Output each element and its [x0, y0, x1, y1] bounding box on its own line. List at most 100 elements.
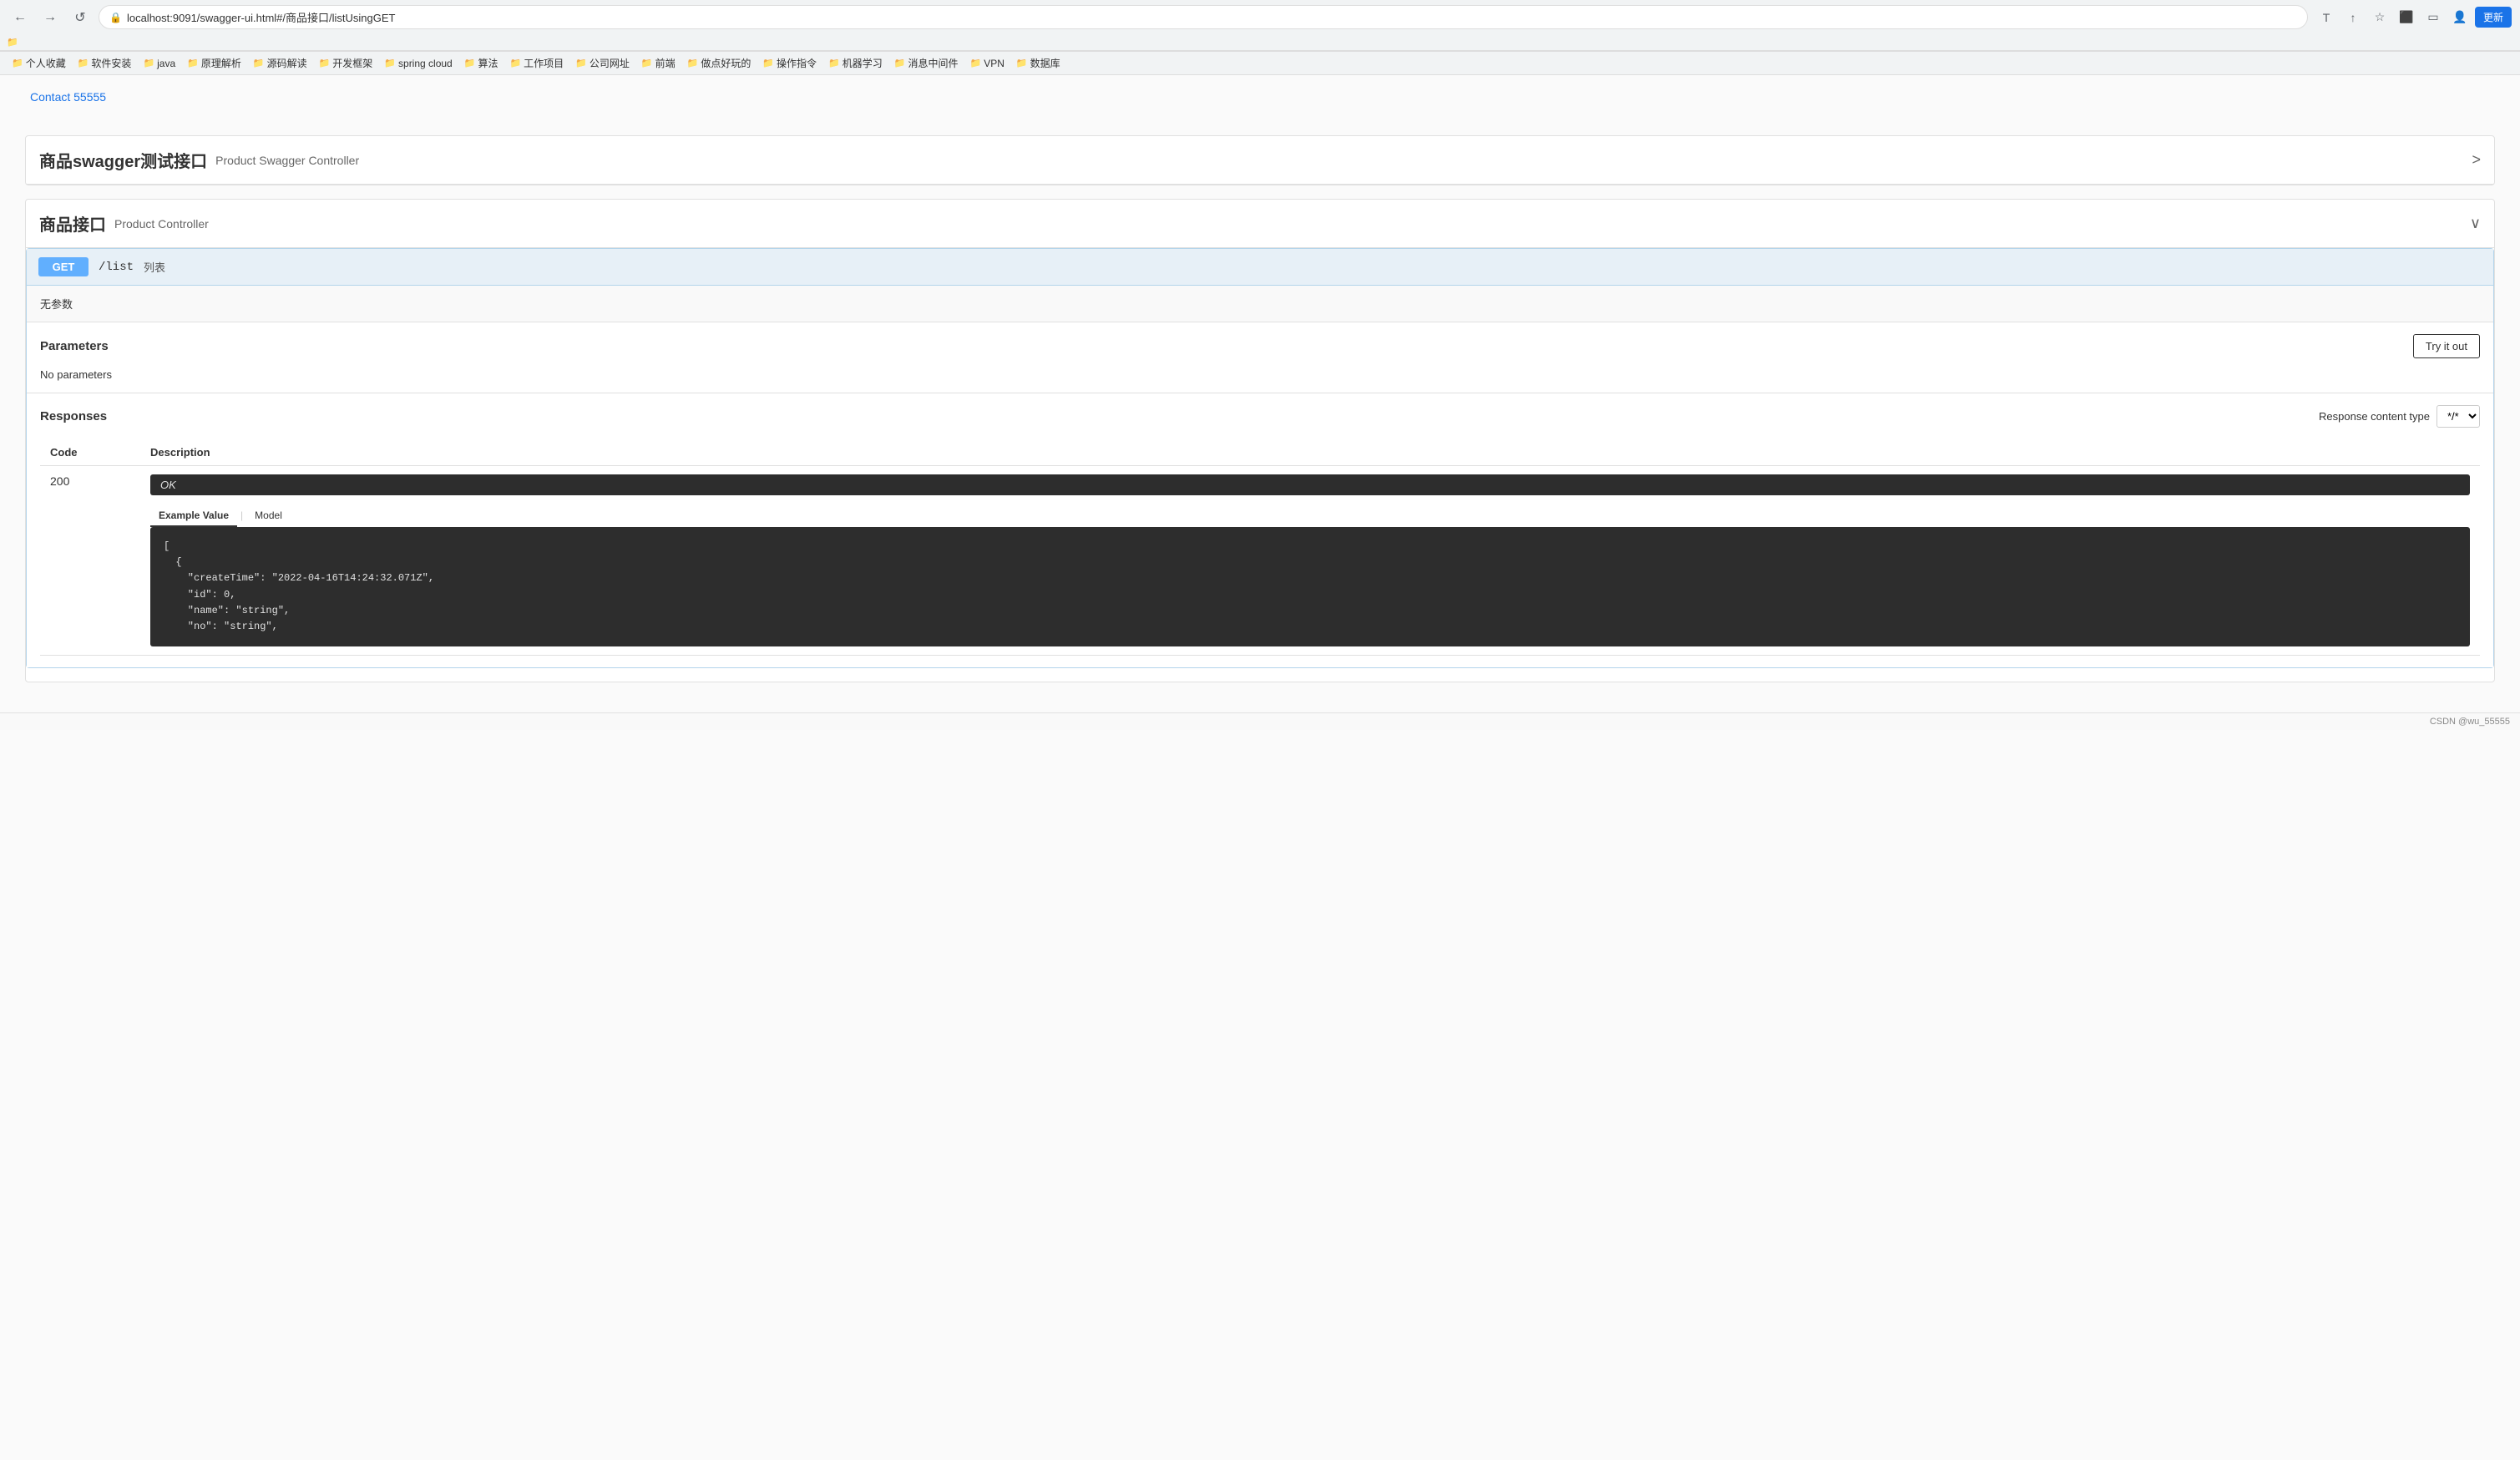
page-footer: CSDN @wu_55555: [0, 712, 2520, 730]
forward-button[interactable]: →: [38, 6, 62, 29]
responses-title: Responses: [40, 409, 107, 423]
swagger-section-2-header[interactable]: 商品接口 Product Controller ∨: [26, 200, 2494, 248]
bookmark-item[interactable]: 📁操作指令: [757, 54, 822, 72]
bookmark-item[interactable]: 📁个人收藏: [7, 54, 71, 72]
tab-separator: |: [237, 505, 246, 527]
description-column-header: Description: [140, 439, 2480, 466]
example-tabs: Example Value | Model: [150, 505, 2470, 527]
update-button[interactable]: 更新: [2475, 7, 2512, 28]
contact-link[interactable]: Contact 55555: [13, 82, 123, 112]
browser-toolbar: ← → ↺ 🔒 localhost:9091/swagger-ui.html#/…: [0, 0, 2520, 34]
api-endpoint-header[interactable]: GET /list 列表: [27, 249, 2493, 286]
swagger-section-2: 商品接口 Product Controller ∨ GET /list 列表 无…: [25, 199, 2495, 682]
bookmark-item[interactable]: 📁源码解读: [248, 54, 312, 72]
bookmark-folder-icon: 📁: [828, 58, 840, 68]
bookmark-folder-icon: 📁: [687, 58, 699, 68]
bookmark-folder-icon: 📁: [253, 58, 265, 68]
bookmark-folder-icon: 📁: [187, 58, 199, 68]
bookmark-folder-icon: 📁: [894, 58, 906, 68]
method-badge: GET: [38, 257, 89, 276]
bookmark-item[interactable]: 📁前端: [636, 54, 681, 72]
share-button[interactable]: ↑: [2341, 6, 2365, 29]
bookmark-item[interactable]: 📁软件安装: [73, 54, 137, 72]
bookmark-item[interactable]: 📁机器学习: [823, 54, 888, 72]
profile-button[interactable]: 👤: [2448, 6, 2472, 29]
content-type-select[interactable]: */*: [2437, 405, 2480, 428]
bookmark-item[interactable]: 📁原理解析: [182, 54, 246, 72]
response-table: Code Description 200 OK: [40, 439, 2480, 656]
bookmark-item[interactable]: 📁算法: [459, 54, 503, 72]
response-code-cell: 200: [40, 466, 140, 656]
parameters-title: Parameters: [40, 339, 109, 353]
responses-header: Responses Response content type */*: [40, 405, 2480, 428]
bookmark-label: 前端: [655, 56, 676, 70]
bookmark-folder-icon: 📁: [384, 58, 396, 68]
bookmark-label: 做点好玩的: [701, 56, 751, 70]
url-text: localhost:9091/swagger-ui.html#/商品接口/lis…: [127, 9, 396, 25]
bookmark-item[interactable]: 📁工作项目: [504, 54, 569, 72]
bookmark-folder-icon: 📁: [762, 58, 774, 68]
content-type-label: Response content type: [2319, 410, 2430, 423]
bookmark-item[interactable]: 📁java: [138, 56, 180, 71]
no-params-row: 无参数: [27, 286, 2493, 322]
endpoint-desc: 列表: [144, 259, 165, 275]
bookmark-item[interactable]: 📁公司网址: [570, 54, 635, 72]
back-button[interactable]: ←: [8, 6, 32, 29]
bookmark-button[interactable]: ☆: [2368, 6, 2391, 29]
bookmark-item[interactable]: 📁VPN: [964, 56, 1009, 71]
bookmark-folder-icon: 📁: [969, 58, 981, 68]
parameters-header: Parameters Try it out: [40, 334, 2480, 358]
bookmark-item[interactable]: 📁开发框架: [314, 54, 378, 72]
bookmark-label: 数据库: [1030, 56, 1060, 70]
swagger-section-1-header[interactable]: 商品swagger测试接口 Product Swagger Controller…: [26, 136, 2494, 185]
code-column-header: Code: [40, 439, 140, 466]
section-1-chevron: >: [2472, 151, 2481, 169]
footer-text: CSDN @wu_55555: [2430, 717, 2510, 727]
bookmark-label: VPN: [984, 58, 1004, 69]
section-2-chevron: ∨: [2470, 215, 2481, 232]
bookmarks-bar: 📁: [0, 34, 2520, 51]
bookmark-folder-icon: 📁: [1016, 58, 1028, 68]
bookmark-item[interactable]: 📁数据库: [1011, 54, 1065, 72]
bookmark-label: 工作项目: [524, 56, 564, 70]
contact-area: Contact 55555: [0, 75, 2520, 119]
bookmark-item[interactable]: 📁消息中间件: [889, 54, 964, 72]
bookmark-folder-icon: 📁: [464, 58, 476, 68]
bookmark-label: 个人收藏: [26, 56, 66, 70]
bookmark-folder-icon: 📁: [12, 58, 23, 68]
lock-icon: 🔒: [109, 12, 122, 23]
bookmark-label: 开发框架: [332, 56, 372, 70]
page-content: Contact 55555 商品swagger测试接口 Product Swag…: [0, 75, 2520, 1460]
bookmark-label: 公司网址: [590, 56, 630, 70]
no-parameters-text: No parameters: [40, 368, 2480, 381]
bookmark-folder-icon: 📁: [575, 58, 587, 68]
bookmark-item[interactable]: 📁做点好玩的: [682, 54, 757, 72]
browser-chrome: ← → ↺ 🔒 localhost:9091/swagger-ui.html#/…: [0, 0, 2520, 52]
code-block: [ { "createTime": "2022-04-16T14:24:32.0…: [150, 527, 2470, 646]
bookmark-folder-icon: 📁: [641, 58, 653, 68]
extensions-button[interactable]: ⬛: [2395, 6, 2418, 29]
example-value-tab[interactable]: Example Value: [150, 505, 237, 527]
translate-button[interactable]: T: [2315, 6, 2338, 29]
address-bar[interactable]: 🔒 localhost:9091/swagger-ui.html#/商品接口/l…: [99, 5, 2308, 29]
swagger-section-1: 商品swagger测试接口 Product Swagger Controller…: [25, 135, 2495, 185]
response-desc-cell: OK Example Value | Model [ { "createTime…: [140, 466, 2480, 656]
model-tab[interactable]: Model: [246, 505, 291, 527]
api-body: 无参数 Parameters Try it out No parameters: [27, 286, 2493, 667]
bookmark-folder-icon: 📁: [143, 58, 154, 68]
section-2-main-title: 商品接口: [39, 211, 106, 236]
try-it-out-button[interactable]: Try it out: [2413, 334, 2480, 358]
responses-section: Responses Response content type */* Code…: [27, 393, 2493, 667]
bookmark-label: 原理解析: [201, 56, 241, 70]
bookmarks-bar-full: 📁个人收藏📁软件安装📁java📁原理解析📁源码解读📁开发框架📁spring cl…: [0, 52, 2520, 75]
bookmark-folder-icon: 📁: [319, 58, 331, 68]
sidebar-button[interactable]: ▭: [2421, 6, 2445, 29]
bookmark-item[interactable]: 📁spring cloud: [379, 56, 457, 71]
bookmark-label: java: [157, 58, 175, 69]
bookmark-label: 算法: [478, 56, 498, 70]
section-1-sub-title: Product Swagger Controller: [215, 154, 359, 167]
section-2-title: 商品接口 Product Controller: [39, 211, 209, 236]
reload-button[interactable]: ↺: [68, 6, 92, 29]
bookmarks-folder-icon: 📁: [7, 37, 18, 48]
section-1-title: 商品swagger测试接口 Product Swagger Controller: [39, 148, 359, 172]
